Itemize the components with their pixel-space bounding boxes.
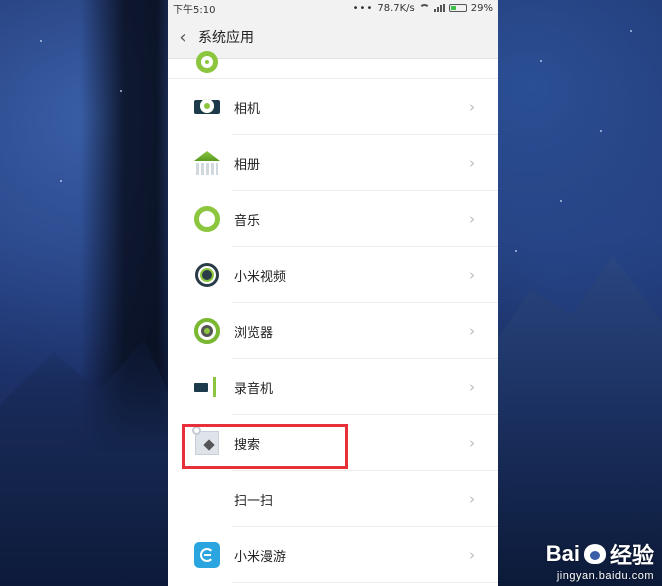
list-item-label: 小米视频 xyxy=(234,269,287,285)
list-item-partial[interactable] xyxy=(168,51,498,79)
baidu-watermark: Bai 经验 jingyan.baidu.com xyxy=(546,538,654,582)
app-list[interactable]: 相机 › 相册 › 音乐 › 小米视频 › 浏览器 › 录音机 › 搜索 › 扫… xyxy=(168,51,498,583)
star xyxy=(40,40,42,42)
roaming-icon xyxy=(192,540,222,570)
camera-icon xyxy=(192,92,222,122)
video-icon xyxy=(192,260,222,290)
star xyxy=(515,250,517,252)
watermark-brand: Bai xyxy=(545,541,580,566)
star xyxy=(540,60,542,62)
chevron-right-icon: › xyxy=(469,434,475,452)
list-item-label: 录音机 xyxy=(234,381,274,397)
status-time: 下午5:10 xyxy=(173,4,216,16)
paw-icon xyxy=(583,544,606,564)
list-item-label: 浏览器 xyxy=(234,325,274,341)
star xyxy=(60,180,62,182)
battery-icon xyxy=(448,4,467,12)
recorder-icon xyxy=(192,372,222,402)
notification-dots: ••• xyxy=(352,2,374,14)
title-bar: ‹ 系统应用 xyxy=(168,16,498,59)
wifi-icon xyxy=(418,4,430,12)
back-arrow-icon[interactable]: ‹ xyxy=(168,27,198,48)
list-item-gallery[interactable]: 相册 › xyxy=(168,135,498,191)
chevron-right-icon: › xyxy=(469,266,475,284)
app-icon-partial xyxy=(196,51,218,73)
list-item-browser[interactable]: 浏览器 › xyxy=(168,303,498,359)
list-item-mi-roaming[interactable]: 小米漫游 › xyxy=(168,527,498,583)
gallery-icon xyxy=(192,148,222,178)
list-item-scan[interactable]: 扫一扫 › xyxy=(168,471,498,527)
star xyxy=(560,200,562,202)
list-item-label: 搜索 xyxy=(234,437,261,453)
network-speed: 78.7K/s xyxy=(377,2,415,14)
status-indicators: ••• 78.7K/s 29% xyxy=(353,3,493,14)
list-item-label: 音乐 xyxy=(234,213,261,229)
music-icon xyxy=(192,204,222,234)
status-bar: 下午5:10 ••• 78.7K/s 29% xyxy=(168,0,498,16)
list-item-camera[interactable]: 相机 › xyxy=(168,79,498,135)
chevron-right-icon: › xyxy=(469,154,475,172)
watermark-url: jingyan.baidu.com xyxy=(556,570,654,582)
star xyxy=(600,130,602,132)
scan-icon xyxy=(192,484,222,514)
search-icon xyxy=(192,426,222,458)
chevron-right-icon: › xyxy=(469,546,475,564)
list-item-label: 小米漫游 xyxy=(234,549,287,565)
list-item-mi-video[interactable]: 小米视频 › xyxy=(168,247,498,303)
phone-screen: 下午5:10 ••• 78.7K/s 29% ‹ 系统应用 相机 › 相册 › xyxy=(168,0,498,586)
list-item-music[interactable]: 音乐 › xyxy=(168,191,498,247)
star xyxy=(630,30,632,32)
chevron-right-icon: › xyxy=(469,98,475,116)
list-item-label: 相册 xyxy=(234,157,261,173)
watermark-brand-suffix: 经验 xyxy=(609,543,654,568)
list-item-search[interactable]: 搜索 › xyxy=(168,415,498,471)
list-item-label: 相机 xyxy=(234,101,261,117)
signal-icon xyxy=(433,4,445,12)
star xyxy=(120,90,122,92)
background-rock-right xyxy=(498,256,662,586)
list-item-label: 扫一扫 xyxy=(234,493,274,509)
page-title: 系统应用 xyxy=(198,30,254,46)
chevron-right-icon: › xyxy=(469,322,475,340)
battery-percent: 29% xyxy=(470,2,493,14)
list-item-recorder[interactable]: 录音机 › xyxy=(168,359,498,415)
watermark-logo: Bai 经验 xyxy=(546,538,654,570)
chevron-right-icon: › xyxy=(469,210,475,228)
browser-icon xyxy=(192,316,222,346)
chevron-right-icon: › xyxy=(469,490,475,508)
chevron-right-icon: › xyxy=(469,378,475,396)
